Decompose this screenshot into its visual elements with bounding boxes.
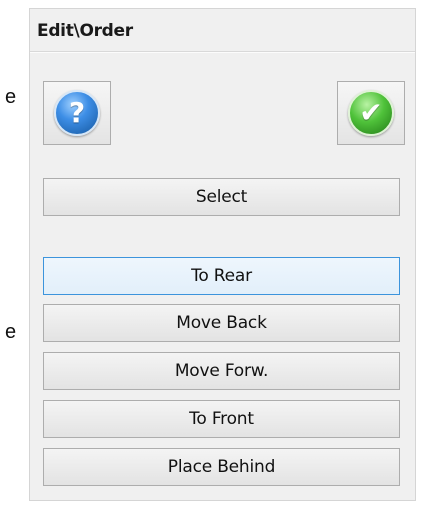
- background-text-fragment: e: [5, 86, 17, 108]
- to-rear-button[interactable]: To Rear: [43, 257, 400, 295]
- help-button[interactable]: ?: [43, 81, 111, 145]
- move-back-button[interactable]: Move Back: [43, 304, 400, 342]
- background-text-fragment: e: [5, 321, 17, 343]
- panel-title: Edit\Order: [37, 21, 133, 41]
- select-button[interactable]: Select: [43, 178, 400, 216]
- help-icon: ?: [54, 90, 100, 136]
- move-forward-button[interactable]: Move Forw.: [43, 352, 400, 390]
- checkmark-icon: ✔: [348, 90, 394, 136]
- confirm-button[interactable]: ✔: [337, 81, 405, 145]
- to-front-button[interactable]: To Front: [43, 400, 400, 438]
- title-separator: [30, 51, 415, 53]
- edit-order-panel: Edit\Order ? ✔ Select To Rear Move Back …: [29, 8, 416, 501]
- place-behind-button[interactable]: Place Behind: [43, 448, 400, 486]
